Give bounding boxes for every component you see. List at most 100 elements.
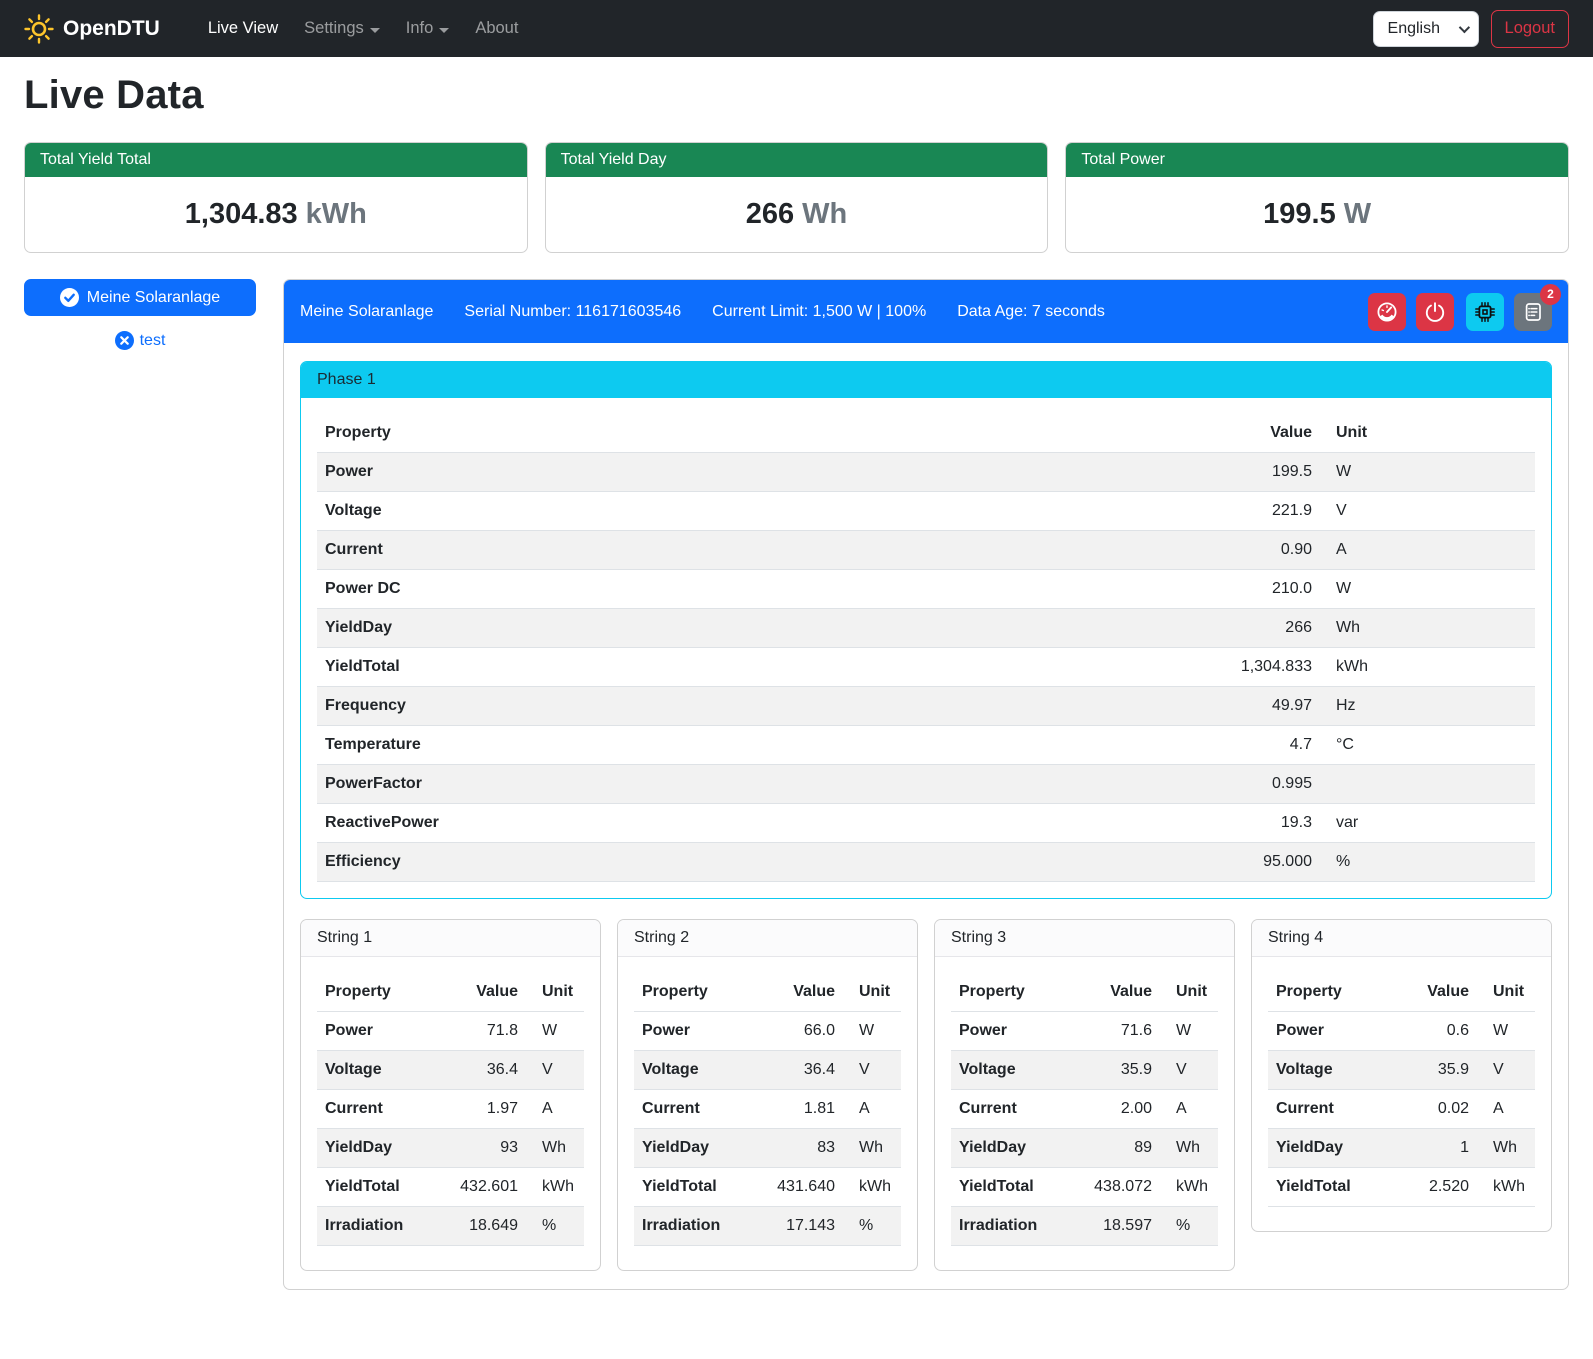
value-cell: 4.7 xyxy=(1200,726,1320,765)
property-cell: Voltage xyxy=(1268,1051,1385,1090)
selected-inverter-button[interactable]: Meine Solaranlage xyxy=(24,279,256,316)
value-cell: 93 xyxy=(434,1129,526,1168)
limit-settings-button[interactable] xyxy=(1368,293,1406,331)
unit-cell: A xyxy=(843,1090,901,1129)
unit-cell: % xyxy=(526,1207,584,1246)
unit-cell: % xyxy=(1320,843,1535,882)
logout-button[interactable]: Logout xyxy=(1491,10,1569,48)
unit-cell: V xyxy=(843,1051,901,1090)
table-row: Power66.0W xyxy=(634,1012,901,1051)
string-2-table: PropertyValueUnitPower66.0WVoltage36.4VC… xyxy=(634,973,901,1246)
inverter-limit: Current Limit: 1,500 W | 100% xyxy=(712,303,926,321)
string-title: String 3 xyxy=(935,920,1234,957)
table-row: Current1.97A xyxy=(317,1090,584,1129)
string-1-table: PropertyValueUnitPower71.8WVoltage36.4VC… xyxy=(317,973,584,1246)
unit-cell: A xyxy=(1160,1090,1218,1129)
card-unit: Wh xyxy=(802,198,847,230)
property-cell: YieldDay xyxy=(1268,1129,1385,1168)
navbar-right: English Logout xyxy=(1373,10,1569,48)
unit-cell: A xyxy=(1477,1090,1535,1129)
column-header: Value xyxy=(751,973,843,1012)
nav-item-settings[interactable]: Settings xyxy=(304,19,380,38)
table-row: Power0.6W xyxy=(1268,1012,1535,1051)
value-cell: 66.0 xyxy=(751,1012,843,1051)
phase-1-card: Phase 1 PropertyValueUnitPower199.5WVolt… xyxy=(300,361,1552,899)
column-header: Unit xyxy=(1477,973,1535,1012)
value-cell: 431.640 xyxy=(751,1168,843,1207)
unit-cell: W xyxy=(1160,1012,1218,1051)
card-value: 266 xyxy=(746,198,794,230)
property-cell: Frequency xyxy=(317,687,1200,726)
power-toggle-button[interactable] xyxy=(1416,293,1454,331)
property-cell: Voltage xyxy=(317,492,1200,531)
value-cell: 0.90 xyxy=(1200,531,1320,570)
value-cell: 36.4 xyxy=(434,1051,526,1090)
property-cell: YieldTotal xyxy=(634,1168,751,1207)
value-cell: 83 xyxy=(751,1129,843,1168)
value-cell: 0.02 xyxy=(1385,1090,1477,1129)
unit-cell: kWh xyxy=(1160,1168,1218,1207)
inverter-actions: 2 xyxy=(1368,293,1552,331)
card-title: Total Yield Day xyxy=(546,143,1048,177)
column-header: Value xyxy=(1385,973,1477,1012)
table-row: YieldDay93Wh xyxy=(317,1129,584,1168)
unit-cell: % xyxy=(1160,1207,1218,1246)
column-header: Unit xyxy=(843,973,901,1012)
value-cell: 210.0 xyxy=(1200,570,1320,609)
unit-cell: V xyxy=(1320,492,1535,531)
value-cell: 2.520 xyxy=(1385,1168,1477,1207)
property-cell: YieldDay xyxy=(317,609,1200,648)
table-row: Current2.00A xyxy=(951,1090,1218,1129)
unit-cell: Wh xyxy=(1320,609,1535,648)
property-cell: PowerFactor xyxy=(317,765,1200,804)
phase-title: Phase 1 xyxy=(301,362,1551,398)
unit-cell: Wh xyxy=(1160,1129,1218,1168)
nav-item-about[interactable]: About xyxy=(475,19,518,38)
property-cell: Power xyxy=(317,453,1200,492)
cpu-icon xyxy=(1474,301,1496,323)
property-cell: YieldTotal xyxy=(1268,1168,1385,1207)
property-cell: YieldDay xyxy=(317,1129,434,1168)
table-row: Voltage36.4V xyxy=(634,1051,901,1090)
unit-cell: kWh xyxy=(843,1168,901,1207)
column-header: Property xyxy=(317,414,1200,453)
table-row: YieldDay83Wh xyxy=(634,1129,901,1168)
unit-cell: kWh xyxy=(1477,1168,1535,1207)
property-cell: Irradiation xyxy=(634,1207,751,1246)
column-header: Property xyxy=(634,973,751,1012)
strings-row: String 1 PropertyValueUnitPower71.8WVolt… xyxy=(300,919,1552,1271)
inverter-item-test[interactable]: test xyxy=(24,331,256,350)
table-row: Power DC210.0W xyxy=(317,570,1535,609)
value-cell: 1,304.833 xyxy=(1200,648,1320,687)
event-log-button[interactable]: 2 xyxy=(1514,293,1552,331)
unit-cell: °C xyxy=(1320,726,1535,765)
table-header-row: PropertyValueUnit xyxy=(634,973,901,1012)
unit-cell: W xyxy=(843,1012,901,1051)
total-power-card: Total Power 199.5W xyxy=(1065,142,1569,253)
column-header: Property xyxy=(317,973,434,1012)
string-4-card: String 4 PropertyValueUnitPower0.6WVolta… xyxy=(1251,919,1552,1232)
selected-inverter-label: Meine Solaranlage xyxy=(87,289,220,307)
table-row: Voltage36.4V xyxy=(317,1051,584,1090)
table-row: Voltage35.9V xyxy=(951,1051,1218,1090)
inverter-test-label: test xyxy=(140,332,166,350)
table-row: Current1.81A xyxy=(634,1090,901,1129)
property-cell: YieldTotal xyxy=(951,1168,1068,1207)
inverter-card-header: Meine Solaranlage Serial Number: 1161716… xyxy=(284,280,1568,343)
brand-link[interactable]: OpenDTU xyxy=(24,14,160,44)
power-icon xyxy=(1424,301,1446,323)
nav-item-info[interactable]: Info xyxy=(406,19,450,38)
property-cell: Current xyxy=(634,1090,751,1129)
language-select[interactable]: English xyxy=(1373,11,1479,47)
value-cell: 1 xyxy=(1385,1129,1477,1168)
table-header-row: PropertyValueUnit xyxy=(1268,973,1535,1012)
table-row: Voltage221.9V xyxy=(317,492,1535,531)
device-info-button[interactable] xyxy=(1466,293,1504,331)
table-row: Power71.6W xyxy=(951,1012,1218,1051)
nav-item-live-view[interactable]: Live View xyxy=(208,19,278,38)
value-cell: 35.9 xyxy=(1068,1051,1160,1090)
value-cell: 89 xyxy=(1068,1129,1160,1168)
value-cell: 19.3 xyxy=(1200,804,1320,843)
table-header-row: PropertyValueUnit xyxy=(317,973,584,1012)
unit-cell: kWh xyxy=(1320,648,1535,687)
